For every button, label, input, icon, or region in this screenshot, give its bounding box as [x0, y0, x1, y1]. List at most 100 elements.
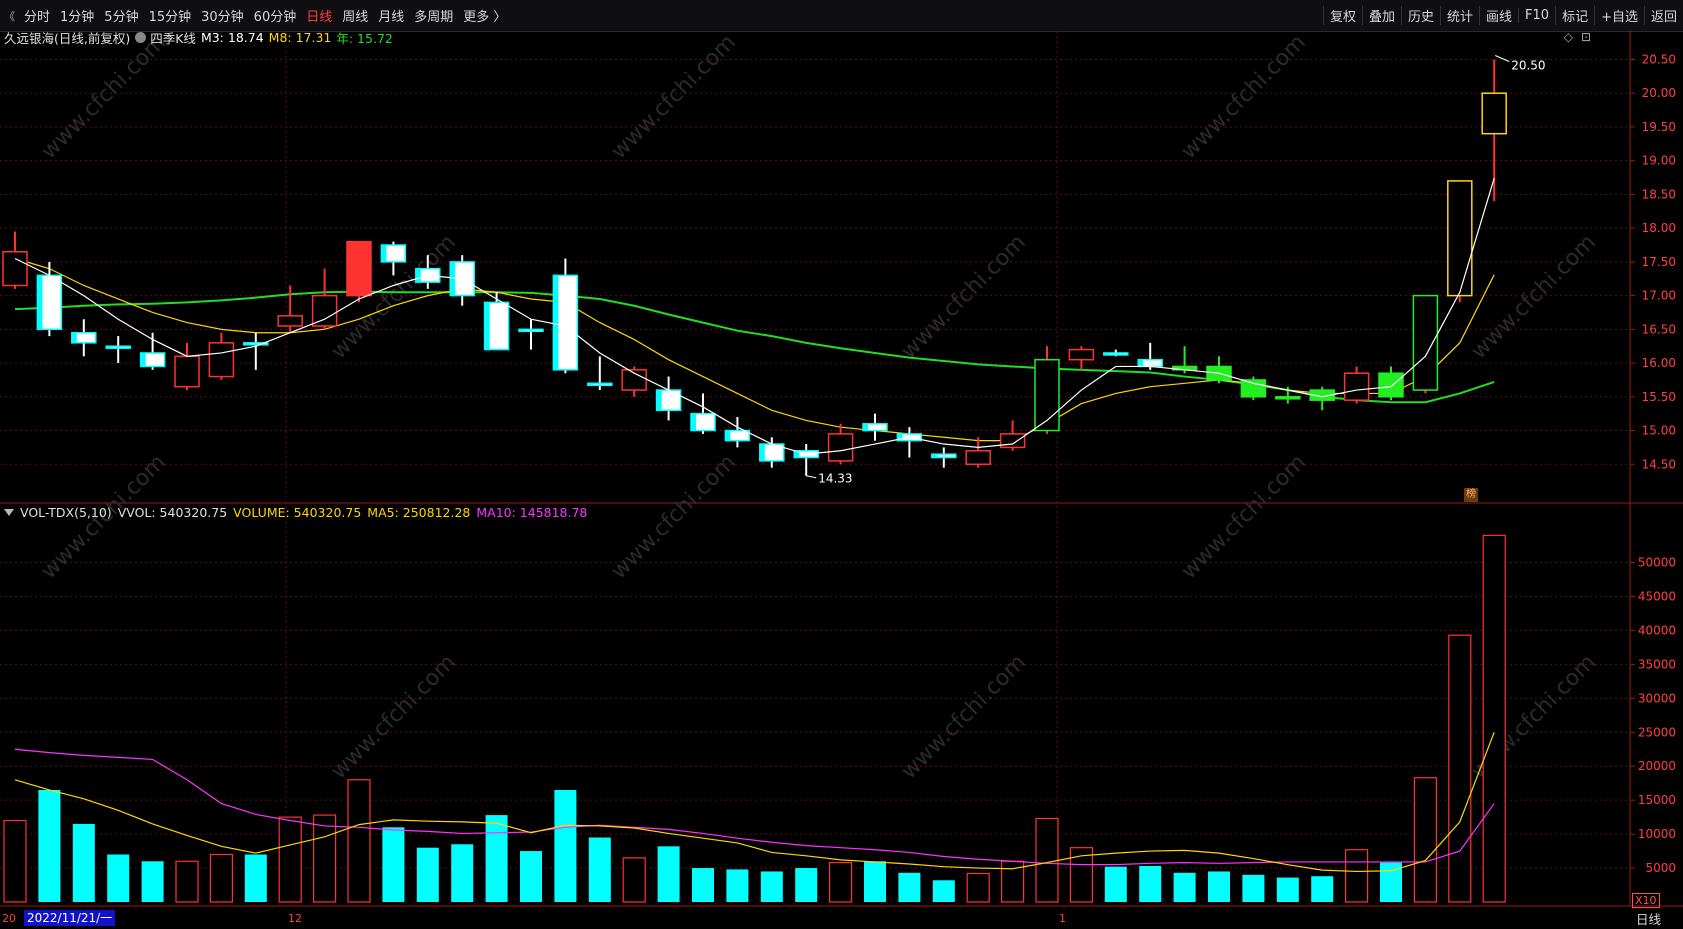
- volume-bar: [1482, 534, 1506, 903]
- price-tick-label: 17.00: [1642, 289, 1676, 303]
- chart-canvas[interactable]: www.cfchi.com www.cfchi.com www.cfchi.com w…: [0, 0, 1683, 929]
- price-indicator-header: 久远银海(日线,前复权) 四季K线 M3: 18.74 M8: 17.31 年:…: [4, 28, 398, 47]
- volume-bar: [451, 844, 474, 902]
- candle-body: [174, 355, 200, 388]
- volume-bar: [382, 827, 405, 902]
- volume-bar: [864, 861, 886, 902]
- candle-shadow: [691, 413, 696, 431]
- volume-bar: [588, 837, 611, 902]
- volume-bar: [726, 869, 749, 902]
- volume-bar: [1448, 634, 1472, 903]
- candle-body: [1068, 348, 1095, 361]
- volume-bar: [347, 779, 371, 903]
- volume-tick-label: 35000: [1638, 657, 1676, 671]
- price-tick-label: 15.00: [1642, 424, 1676, 438]
- bang-badge[interactable]: 榜: [1464, 488, 1478, 502]
- volume-bar: [1344, 849, 1369, 903]
- candle-shadow: [1138, 359, 1144, 367]
- watermark-text: www.cfchi.com: [897, 230, 1031, 364]
- volume-bar: [278, 816, 302, 903]
- volume-bar: [622, 857, 646, 903]
- panel-icons: ◇ ⊡: [1564, 30, 1591, 44]
- ma5-value: MA5: 250812.28: [367, 504, 471, 520]
- cursor-date-label: 2022/11/21/一: [24, 910, 116, 926]
- m3-value: M3: 18.74: [200, 29, 264, 45]
- date-axis-label: 12: [288, 912, 302, 925]
- volume-bar: [657, 846, 680, 902]
- candle-shadow: [381, 245, 387, 262]
- ma5-line: [14, 732, 1495, 873]
- volume-bar: [1311, 876, 1334, 902]
- candle-shadow: [725, 430, 731, 441]
- candle-shadow: [759, 444, 765, 461]
- volume-bar: [692, 868, 714, 902]
- m3-line: [14, 178, 1495, 455]
- volume-bar: [932, 880, 955, 902]
- settings-circle-icon[interactable]: [135, 31, 147, 43]
- low-marker: [806, 475, 817, 479]
- price-tick-label: 16.50: [1642, 322, 1676, 336]
- price-tick-label: 18.00: [1642, 221, 1676, 235]
- watermark-text: www.cfchi.com: [1177, 30, 1311, 164]
- volume-bar: [175, 860, 199, 903]
- ma10-value: MA10: 145818.78: [476, 504, 588, 520]
- candle-body: [827, 433, 854, 462]
- volume-tick-label: 25000: [1638, 725, 1676, 739]
- year-value: 年: 15.72: [336, 30, 393, 46]
- candle-body: [2, 251, 28, 287]
- volume-tick-label: 15000: [1638, 793, 1676, 807]
- watermark-text: www.cfchi.com: [1467, 230, 1601, 364]
- vol-indicator-name[interactable]: VOL-TDX(5,10): [20, 505, 112, 520]
- price-tick-label: 19.50: [1642, 120, 1676, 134]
- candle-shadow: [243, 342, 249, 345]
- watermark-text: www.cfchi.com: [607, 30, 741, 164]
- low-label: 14.33: [818, 472, 852, 486]
- date-axis-label: 20: [2, 912, 16, 925]
- dropdown-triangle-icon[interactable]: [4, 508, 14, 516]
- volume-bar: [141, 861, 164, 902]
- volume-bar: [966, 872, 990, 903]
- vvol-value: VVOL: 540320.75: [117, 504, 228, 520]
- volume-bar: [520, 851, 542, 902]
- price-tick-label: 18.50: [1642, 187, 1676, 201]
- candle-body: [311, 294, 338, 327]
- volume-bar: [828, 862, 853, 903]
- volume-tick-label: 50000: [1638, 556, 1676, 570]
- volume-bar: [795, 868, 818, 902]
- volume-bar: [1242, 874, 1265, 902]
- watermark-text: www.cfchi.com: [1177, 450, 1311, 584]
- volume-tick-label: 5000: [1645, 861, 1676, 875]
- candle-body: [1447, 180, 1473, 297]
- volume-bar: [1104, 866, 1127, 902]
- volume-tick-label: 10000: [1638, 827, 1676, 841]
- volume-bar: [760, 871, 783, 902]
- volume-tick-label: 30000: [1638, 691, 1676, 705]
- volume-unit-badge: X10: [1632, 893, 1660, 908]
- volume-bar: [3, 819, 27, 903]
- candle-body: [965, 450, 991, 466]
- candle-shadow: [106, 346, 112, 349]
- price-tick-label: 16.00: [1642, 356, 1676, 370]
- volume-bar: [244, 854, 267, 902]
- candle-shadow: [519, 329, 524, 332]
- candle-shadow: [931, 454, 937, 458]
- price-tick-label: 14.50: [1642, 457, 1676, 471]
- volume-bar: [554, 789, 577, 902]
- candle-shadow: [415, 268, 421, 283]
- indicator-name[interactable]: 四季K线: [150, 28, 196, 47]
- volume-bar: [38, 789, 61, 902]
- price-tick-label: 19.00: [1642, 154, 1676, 168]
- volume-bar: [72, 823, 95, 902]
- candle-body: [346, 240, 372, 297]
- watermark-text: www.cfchi.com: [897, 650, 1031, 784]
- period-tab-daily[interactable]: 日线: [1636, 909, 1661, 928]
- price-tick-label: 15.50: [1642, 390, 1676, 404]
- volume-bar: [1413, 777, 1438, 903]
- window-icon[interactable]: ⊡: [1581, 30, 1591, 44]
- diamond-icon[interactable]: ◇: [1564, 30, 1573, 44]
- candle-body: [208, 342, 235, 378]
- candle-shadow: [140, 352, 146, 367]
- volume-tick-label: 20000: [1638, 759, 1676, 773]
- volume-bar: [485, 815, 508, 902]
- candle-body: [1412, 294, 1439, 391]
